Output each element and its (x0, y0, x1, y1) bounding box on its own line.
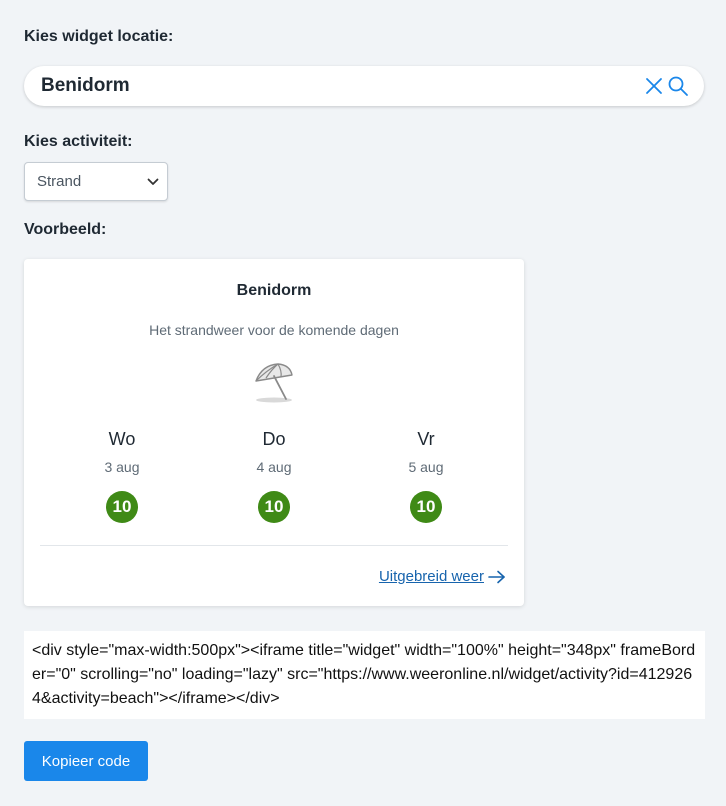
search-icon[interactable] (666, 74, 690, 98)
arrow-right-icon (488, 570, 506, 584)
day-name: Wo (108, 429, 136, 449)
extended-weather-link-label: Uitgebreid weer (378, 568, 484, 585)
day-date: 5 aug (408, 459, 444, 475)
preview-label: Voorbeeld: (24, 221, 107, 238)
activity-label: Kies activiteit: (24, 133, 133, 150)
embed-code-text: <div style="max-width:500px"><iframe tit… (32, 642, 696, 707)
score-badge: 10 (106, 491, 138, 523)
day-name: Vr (417, 429, 435, 449)
location-label: Kies widget locatie: (24, 28, 174, 45)
embed-code-box[interactable]: <div style="max-width:500px"><iframe tit… (24, 631, 705, 719)
forecast-day: Wo 3 aug 10 (72, 429, 172, 523)
day-date: 4 aug (256, 459, 292, 475)
activity-select[interactable]: Strand (24, 162, 168, 201)
card-divider (40, 545, 508, 546)
extended-weather-link[interactable]: Uitgebreid weer (379, 568, 506, 585)
widget-title: Benidorm (236, 282, 312, 299)
forecast-day: Vr 5 aug 10 (376, 429, 476, 523)
location-search-box (24, 66, 704, 106)
close-icon[interactable] (642, 74, 666, 98)
score-badge: 10 (258, 491, 290, 523)
beach-umbrella-icon (252, 359, 296, 405)
copy-code-button[interactable]: Kopieer code (24, 741, 148, 781)
location-search-input[interactable] (24, 66, 642, 106)
day-name: Do (262, 429, 286, 449)
activity-select-value: Strand (37, 173, 82, 190)
score-badge: 10 (410, 491, 442, 523)
widget-preview-card: Benidorm Het strandweer voor de komende … (24, 259, 524, 606)
forecast-day: Do 4 aug 10 (224, 429, 324, 523)
chevron-down-icon (147, 173, 159, 190)
day-date: 3 aug (104, 459, 140, 475)
widget-subtitle: Het strandweer voor de komende dagen (149, 322, 399, 338)
